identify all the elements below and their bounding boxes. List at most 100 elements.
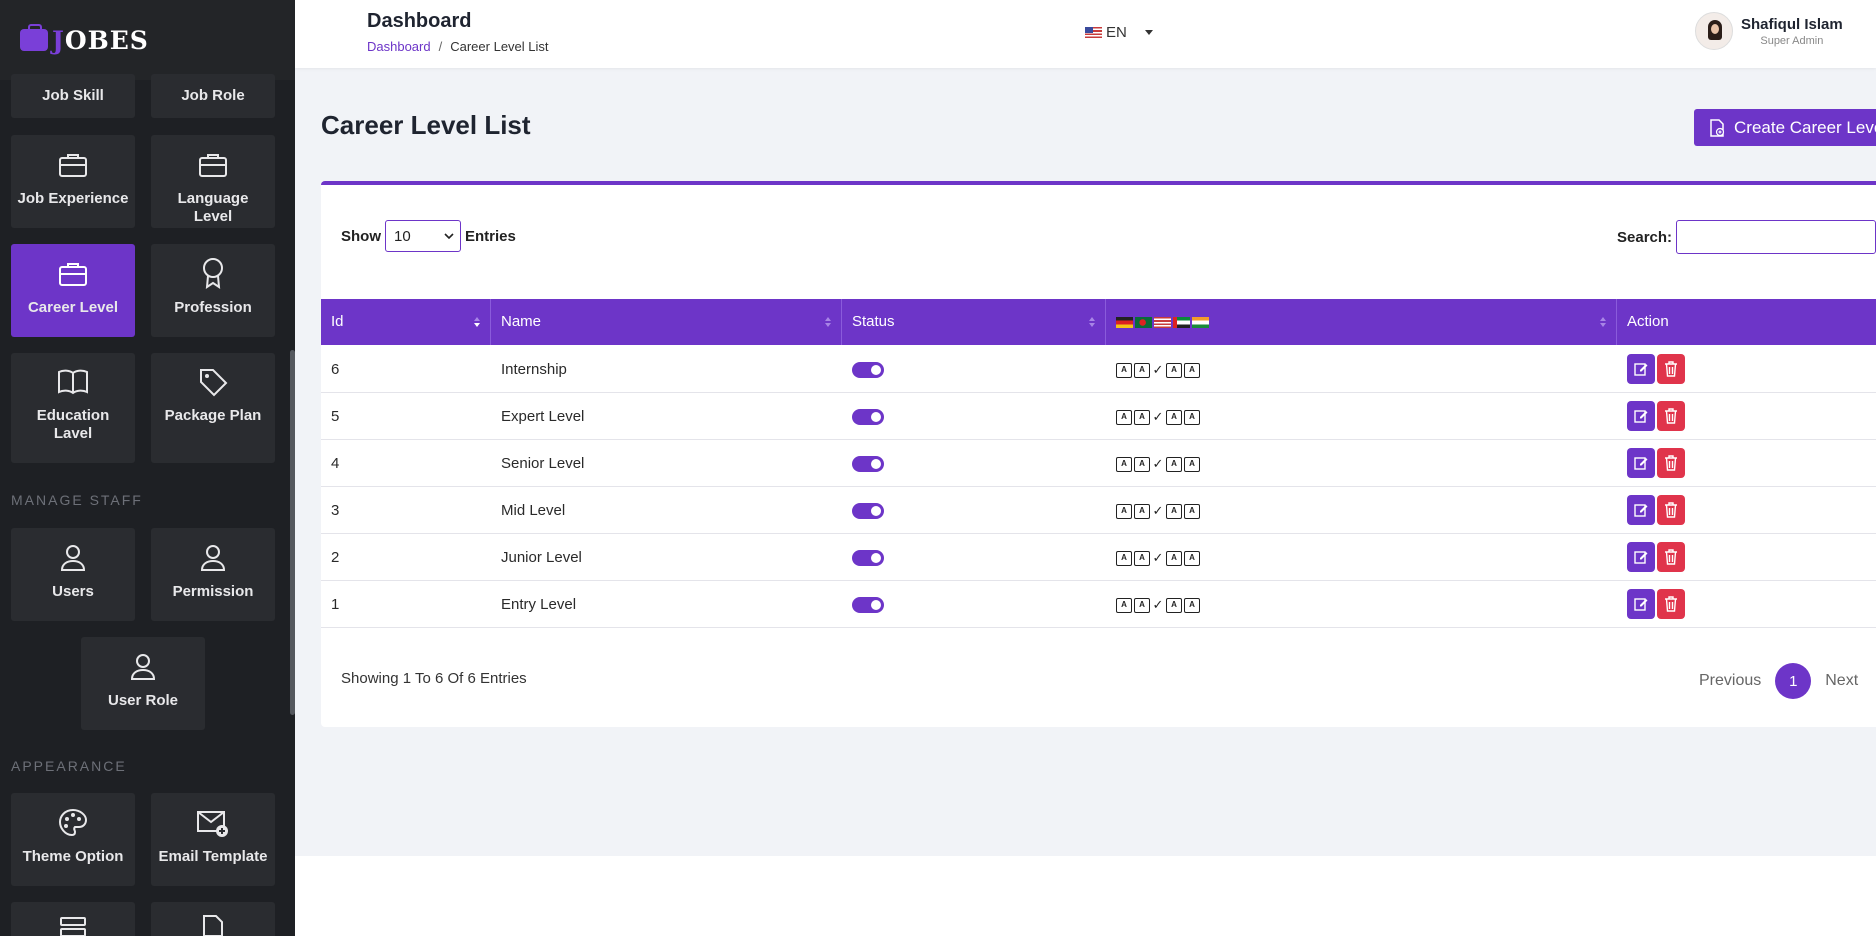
sidebar-item-user-role[interactable]: User Role (81, 637, 205, 730)
status-toggle[interactable] (852, 597, 884, 613)
sidebar-item-permission[interactable]: Permission (151, 528, 275, 621)
status-toggle[interactable] (852, 409, 884, 425)
sidebar-item-education-lavel[interactable]: Education Lavel (11, 353, 135, 463)
edit-button[interactable] (1627, 542, 1655, 572)
de-flag-icon (1116, 317, 1133, 328)
status-toggle[interactable] (852, 362, 884, 378)
column-header-languages[interactable] (1106, 299, 1617, 345)
translate-icon[interactable]: A (1134, 409, 1150, 425)
translate-icon[interactable]: A (1166, 409, 1182, 425)
status-toggle[interactable] (852, 550, 884, 566)
table-row: 3 Mid Level A A ✓ A A (321, 487, 1876, 534)
logo[interactable]: JOBES (0, 0, 295, 80)
delete-button[interactable] (1657, 542, 1685, 572)
table-row: 6 Internship A A ✓ A A (321, 346, 1876, 393)
translate-icon[interactable]: A (1166, 362, 1182, 378)
column-header-status[interactable]: Status (842, 299, 1106, 345)
edit-icon (1634, 598, 1648, 611)
award-icon (203, 258, 223, 289)
translate-icon[interactable]: A (1134, 503, 1150, 519)
check-icon: ✓ (1152, 550, 1164, 565)
translate-icon[interactable]: A (1116, 456, 1132, 472)
us-flag-icon (1154, 317, 1171, 328)
translate-icon[interactable]: A (1184, 503, 1200, 519)
column-header-name[interactable]: Name (491, 299, 842, 345)
user-icon (200, 545, 226, 571)
delete-button[interactable] (1657, 354, 1685, 384)
translate-icon[interactable]: A (1134, 456, 1150, 472)
translate-icon[interactable]: A (1134, 550, 1150, 566)
sidebar-item-job-skill[interactable]: Job Skill (11, 74, 135, 118)
translate-icon[interactable]: A (1184, 550, 1200, 566)
cell-name: Senior Level (501, 455, 585, 472)
sidebar-item-job-experience[interactable]: Job Experience (11, 135, 135, 228)
edit-button[interactable] (1627, 401, 1655, 431)
check-icon: ✓ (1152, 409, 1164, 424)
file-plus-icon (1710, 118, 1725, 137)
translate-icon[interactable]: A (1116, 362, 1132, 378)
translate-icon[interactable]: A (1166, 503, 1182, 519)
edit-button[interactable] (1627, 448, 1655, 478)
translate-icon[interactable]: A (1134, 597, 1150, 613)
sidebar-item-theme-option[interactable]: Theme Option (11, 793, 135, 886)
delete-button[interactable] (1657, 589, 1685, 619)
sidebar-item-label: Profession (174, 299, 252, 316)
sidebar-item-career-level[interactable]: Career Level (11, 244, 135, 337)
pagination-page-current[interactable]: 1 (1775, 663, 1812, 699)
user-icon (130, 654, 156, 680)
cell-name: Entry Level (501, 596, 577, 613)
sidebar-item-users[interactable]: Users (11, 528, 135, 621)
translation-status: A A ✓ A A (1116, 550, 1200, 566)
sidebar-item-job-role[interactable]: Job Role (151, 74, 275, 118)
translate-icon[interactable]: A (1116, 503, 1132, 519)
delete-button[interactable] (1657, 401, 1685, 431)
sidebar-item-label: Theme Option (22, 848, 124, 865)
pagination-previous[interactable]: Previous (1699, 672, 1761, 690)
user-name: Shafiqul Islam (1741, 15, 1843, 33)
sort-icon (1089, 317, 1095, 327)
status-toggle[interactable] (852, 456, 884, 472)
breadcrumb-link-dashboard[interactable]: Dashboard (367, 39, 431, 54)
delete-button[interactable] (1657, 495, 1685, 525)
translate-icon[interactable]: A (1166, 456, 1182, 472)
translate-icon[interactable]: A (1116, 409, 1132, 425)
table-row: 5 Expert Level A A ✓ A A (321, 393, 1876, 440)
user-menu[interactable]: Shafiqul Islam Super Admin (1695, 12, 1843, 50)
content-footer-area (295, 856, 1876, 936)
translate-icon[interactable]: A (1166, 550, 1182, 566)
search-input[interactable] (1676, 220, 1876, 254)
language-selector[interactable]: EN (1085, 24, 1153, 41)
sidebar-item-partial[interactable] (151, 902, 275, 936)
sidebar-item-language-level[interactable]: Language Level (151, 135, 275, 228)
search-control: Search: (1617, 220, 1876, 254)
translate-icon[interactable]: A (1184, 409, 1200, 425)
pagination-next[interactable]: Next (1825, 672, 1858, 690)
table-row: 4 Senior Level A A ✓ A A (321, 440, 1876, 487)
translate-icon[interactable]: A (1116, 597, 1132, 613)
translate-icon[interactable]: A (1166, 597, 1182, 613)
sidebar-item-label: Career Level (27, 299, 119, 316)
sidebar-item-email-template[interactable]: Email Template (151, 793, 275, 886)
sidebar-scrollbar[interactable] (290, 350, 295, 715)
edit-button[interactable] (1627, 589, 1655, 619)
layout-icon (60, 917, 86, 936)
status-toggle[interactable] (852, 503, 884, 519)
translate-icon[interactable]: A (1184, 456, 1200, 472)
list-title: Career Level List (321, 110, 531, 140)
sidebar-item-partial[interactable] (11, 902, 135, 936)
translate-icon[interactable]: A (1116, 550, 1132, 566)
delete-button[interactable] (1657, 448, 1685, 478)
translate-icon[interactable]: A (1184, 597, 1200, 613)
translation-status: A A ✓ A A (1116, 409, 1200, 425)
edit-button[interactable] (1627, 354, 1655, 384)
chevron-down-icon (1144, 30, 1153, 35)
column-header-id[interactable]: Id (321, 299, 491, 345)
create-career-level-button[interactable]: Create Career Level (1694, 109, 1876, 146)
sidebar-item-package-plan[interactable]: Package Plan (151, 353, 275, 463)
translate-icon[interactable]: A (1134, 362, 1150, 378)
sidebar-item-profession[interactable]: Profession (151, 244, 275, 337)
edit-button[interactable] (1627, 495, 1655, 525)
page-size-select[interactable]: 10 (385, 220, 461, 252)
cell-id: 3 (331, 502, 340, 519)
translate-icon[interactable]: A (1184, 362, 1200, 378)
